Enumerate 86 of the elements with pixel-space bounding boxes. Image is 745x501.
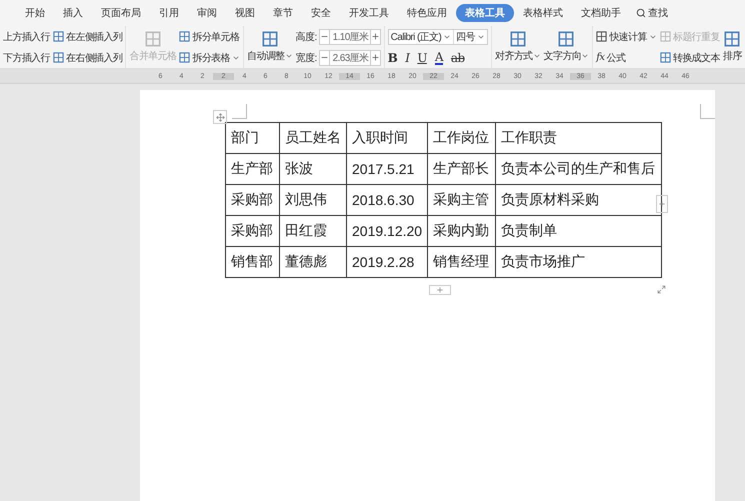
plus-icon — [370, 32, 380, 41]
insert-row-above-button[interactable]: 上方插入行 — [3, 30, 50, 44]
caret-icon — [443, 33, 452, 41]
table-cell: 采购部 — [226, 216, 280, 246]
margin-corner-icon — [700, 104, 715, 119]
ribbon-tab[interactable]: 页面布局 — [92, 4, 150, 22]
table-icon — [179, 31, 190, 42]
caret-icon — [581, 52, 590, 60]
move-handle-icon[interactable] — [213, 110, 227, 124]
table-cell: 2019.12.20 — [346, 216, 428, 246]
add-column-button[interactable] — [656, 195, 668, 213]
quick-calc-button[interactable]: 快速计算 — [596, 30, 657, 44]
table-cell: 负责本公司的生产和售后 — [496, 154, 662, 184]
split-table-button[interactable]: 拆分表格 — [179, 50, 240, 64]
convert-to-text-button[interactable]: 转换成文本 — [660, 50, 720, 64]
table-icon — [144, 31, 161, 47]
sort-button[interactable]: 排序 — [722, 26, 742, 68]
header-cell: 工作职责 — [496, 122, 662, 154]
table-icon — [53, 52, 64, 63]
ribbon-tab[interactable]: 审阅 — [188, 4, 226, 22]
number-spinner[interactable]: 1.10厘米 — [318, 28, 381, 44]
font-color-button[interactable]: A — [434, 51, 443, 65]
plus-icon — [658, 200, 666, 208]
margin-corner-icon — [232, 104, 247, 119]
header-cell: 入职时间 — [346, 122, 428, 154]
ribbon-tab[interactable]: 安全 — [302, 4, 340, 22]
insert-column-left-button[interactable]: 在左侧插入列 — [53, 30, 122, 44]
ribbon-tab[interactable]: 插入 — [54, 4, 92, 22]
header-cell: 员工姓名 — [280, 122, 346, 154]
table-cell: 销售部 — [226, 246, 280, 278]
caret-icon — [477, 33, 486, 41]
table-icon — [262, 31, 278, 47]
header-cell: 部门 — [226, 122, 280, 154]
table-cell: 负责市场推广 — [496, 246, 662, 278]
ribbon-tab[interactable]: 特色应用 — [398, 4, 456, 22]
search-button[interactable]: 查找 — [636, 6, 668, 20]
alignment-button[interactable]: 对齐方式 — [495, 26, 541, 68]
caret-icon — [284, 52, 293, 60]
field-label: 高度: — [296, 30, 317, 44]
number-spinner[interactable]: 2.63厘米 — [318, 50, 381, 66]
table-cell: 田红霞 — [280, 216, 346, 246]
header-cell: 工作岗位 — [428, 122, 496, 154]
table-cell: 生产部长 — [428, 154, 496, 184]
table-cell: 销售经理 — [428, 246, 496, 278]
table-icon — [53, 31, 64, 42]
italic-button[interactable]: I — [405, 52, 410, 64]
table-cell: 张波 — [280, 154, 346, 184]
table-cell: 负责制单 — [496, 216, 662, 246]
ribbon-tab[interactable]: 文档助手 — [572, 4, 630, 22]
table-cell: 2019.2.28 — [346, 246, 428, 278]
bold-button[interactable]: B — [388, 52, 398, 64]
insert-row-below-button[interactable]: 下方插入行 — [3, 50, 50, 64]
table-icon — [660, 31, 671, 42]
table-icon — [179, 52, 190, 63]
caret-icon — [532, 52, 541, 60]
table-cell: 采购主管 — [428, 184, 496, 216]
plus-icon — [370, 53, 380, 62]
ribbon-tab[interactable]: 引用 — [150, 4, 188, 22]
ribbon-tab[interactable]: 表格样式 — [514, 4, 572, 22]
search-icon — [636, 8, 646, 18]
table-cell: 采购部 — [226, 184, 280, 216]
text-direction-button[interactable]: 文字方向 — [544, 26, 590, 68]
ribbon-tab[interactable]: 章节 — [264, 4, 302, 22]
font-dropdown[interactable]: Calibri (正文) 四号 — [388, 29, 488, 45]
ribbon-tab[interactable]: 表格工具 — [456, 4, 514, 22]
highlight-button[interactable]: ab — [450, 52, 465, 64]
add-row-button[interactable] — [429, 285, 451, 295]
table-cell: 2018.6.30 — [346, 184, 428, 216]
table-cell: 采购内勤 — [428, 216, 496, 246]
table-icon — [660, 52, 671, 63]
table-cell: 董德彪 — [280, 246, 346, 278]
table-cell: 刘思伟 — [280, 184, 346, 216]
insert-column-right-button[interactable]: 在右侧插入列 — [53, 50, 122, 64]
table-cell: 生产部 — [226, 154, 280, 184]
table-cell: 2017.5.21 — [346, 154, 428, 184]
plus-icon — [436, 286, 444, 294]
formula-button[interactable]: fx 公式 — [596, 50, 657, 64]
ribbon-tab[interactable]: 开始 — [16, 4, 54, 22]
table-cell: 负责原材料采购 — [496, 184, 662, 216]
auto-fit-button[interactable]: 自动调整 — [247, 26, 293, 68]
resize-handle-icon[interactable] — [656, 284, 666, 294]
ribbon-tab[interactable]: 视图 — [226, 4, 264, 22]
field-label: 宽度: — [296, 52, 317, 64]
ribbon-tab[interactable]: 开发工具 — [340, 4, 398, 22]
split-cells-button[interactable]: 拆分单元格 — [179, 30, 240, 44]
underline-button[interactable]: U — [417, 52, 427, 64]
